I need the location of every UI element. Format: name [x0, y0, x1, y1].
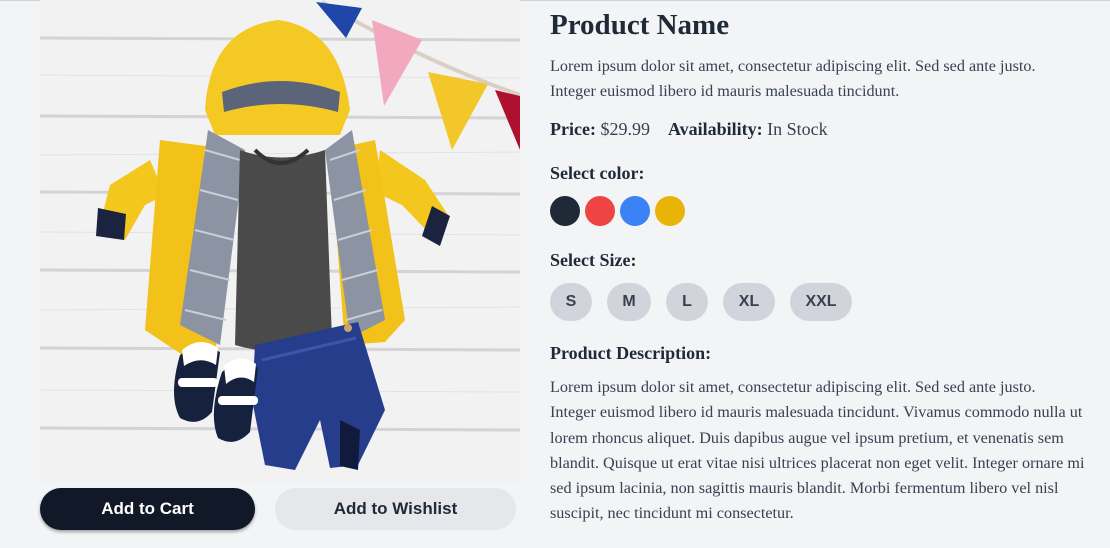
color-swatch-yellow[interactable]: [655, 196, 685, 226]
product-description: Lorem ipsum dolor sit amet, consectetur …: [550, 378, 1085, 523]
availability-value: In Stock: [767, 119, 828, 139]
color-swatch-red[interactable]: [585, 196, 615, 226]
add-to-cart-button[interactable]: Add to Cart: [40, 488, 255, 530]
product-intro: Lorem ipsum dolor sit amet, consectetur …: [550, 57, 1036, 100]
color-swatches: [550, 196, 685, 226]
size-option-xl[interactable]: XL: [723, 283, 775, 321]
size-option-l[interactable]: L: [666, 283, 708, 321]
size-section-label: Select Size:: [550, 250, 637, 270]
size-option-xxl[interactable]: XXL: [790, 283, 852, 321]
description-section-label: Product Description:: [550, 343, 712, 363]
size-option-s[interactable]: S: [550, 283, 592, 321]
color-swatch-blue[interactable]: [620, 196, 650, 226]
size-options: S M L XL XXL: [550, 283, 852, 321]
availability-label: Availability:: [667, 119, 763, 139]
price-value: $29.99: [600, 119, 650, 139]
color-section-label: Select color:: [550, 163, 645, 183]
product-title: Product Name: [550, 9, 730, 41]
price-label: Price:: [550, 119, 596, 139]
size-option-m[interactable]: M: [607, 283, 651, 321]
product-image: [40, 0, 520, 482]
color-swatch-dark[interactable]: [550, 196, 580, 226]
price-availability-row: Price: $29.99 Availability: In Stock: [550, 119, 828, 140]
add-to-wishlist-button[interactable]: Add to Wishlist: [275, 488, 516, 530]
